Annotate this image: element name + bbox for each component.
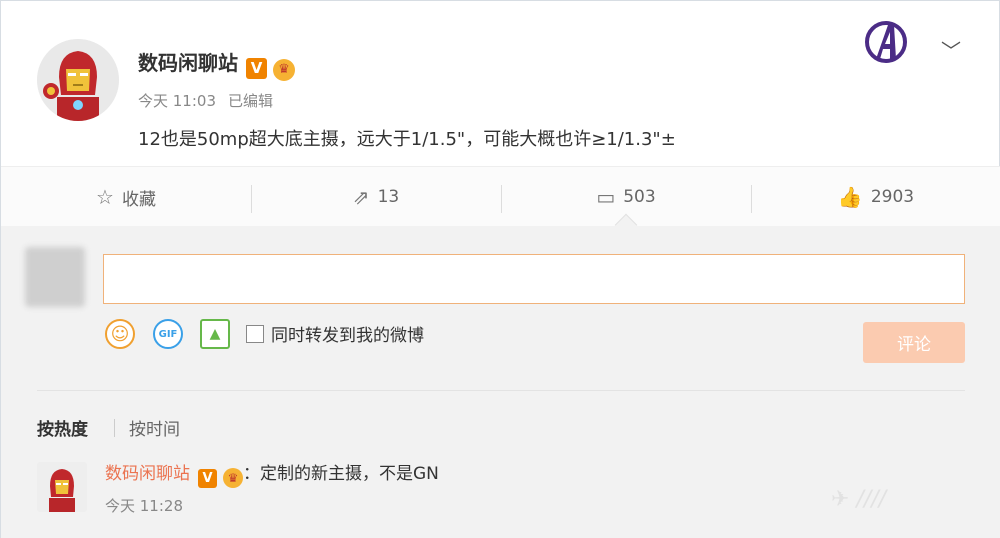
sort-divider (114, 419, 115, 437)
edited-label[interactable]: 已编辑 (228, 92, 273, 110)
avengers-logo-icon (865, 21, 907, 63)
sort-by-hot[interactable]: 按热度 (37, 415, 88, 440)
comment-icon: ▭ (596, 185, 616, 209)
post-text: 12也是50mp超大底主摄，远大于1/1.5"，可能大概也许≥1/1.3"± (138, 129, 676, 150)
medal-icon: ♛ (223, 468, 243, 488)
star-icon: ☆ (96, 185, 114, 209)
post-author-name[interactable]: 数码闲聊站 (138, 51, 238, 75)
comment-text: ：定制的新主摄，不是GN (243, 464, 439, 484)
verified-icon: V (246, 58, 267, 79)
iron-man-avatar-icon (37, 39, 119, 121)
post-author[interactable]: 数码闲聊站 V ♛ (138, 47, 295, 81)
comment-time[interactable]: 今天 11:28 (105, 495, 183, 516)
thumbs-up-icon: 👍 (837, 185, 863, 209)
repost-count: 13 (377, 187, 400, 207)
repost-icon: ⇗ (352, 185, 370, 209)
comment-item: 数码闲聊站 V ♛ ：定制的新主摄，不是GN (105, 459, 439, 488)
author-avatar[interactable] (37, 39, 119, 121)
comment-input[interactable] (103, 254, 965, 304)
favorite-button[interactable]: ☆ 收藏 (1, 167, 251, 227)
post-action-bar: ☆ 收藏 ⇗ 13 ▭ 503 👍 2903 (1, 166, 1000, 226)
comment-divider (37, 390, 965, 391)
weibo-post-card: 数码闲聊站 V ♛ 今天 11:03 已编辑 12也是50mp超大底主摄，远大于1/1… (0, 0, 1000, 538)
chevron-down-icon[interactable]: ﹀ (941, 35, 961, 64)
comment-author[interactable]: 数码闲聊站 (105, 464, 190, 484)
sort-by-time[interactable]: 按时间 (129, 415, 180, 440)
image-icon[interactable]: ▲ (200, 319, 230, 349)
post-time[interactable]: 今天 11:03 (138, 92, 216, 110)
repost-option[interactable]: 同时转发到我的微博 (246, 321, 424, 346)
like-button[interactable]: 👍 2903 (751, 167, 1000, 227)
submit-comment-button[interactable]: 评论 (863, 322, 965, 363)
medal-icon: ♛ (273, 59, 295, 81)
verified-icon: V (198, 469, 217, 488)
comment-author-avatar[interactable] (37, 462, 87, 512)
current-user-avatar (25, 247, 85, 307)
post-meta: 今天 11:03 已编辑 (138, 90, 273, 111)
emoji-icon[interactable]: ☺ (105, 319, 135, 349)
repost-button[interactable]: ⇗ 13 (251, 167, 501, 227)
iron-man-avatar-icon (37, 462, 87, 512)
comment-count: 503 (623, 187, 656, 207)
repost-checkbox-label: 同时转发到我的微博 (271, 326, 424, 346)
like-count: 2903 (870, 187, 915, 207)
gif-icon[interactable]: GIF (153, 319, 183, 349)
favorite-label: 收藏 (121, 189, 156, 210)
watermark-icon: ✈ //// (831, 487, 887, 512)
repost-checkbox[interactable] (246, 324, 264, 343)
